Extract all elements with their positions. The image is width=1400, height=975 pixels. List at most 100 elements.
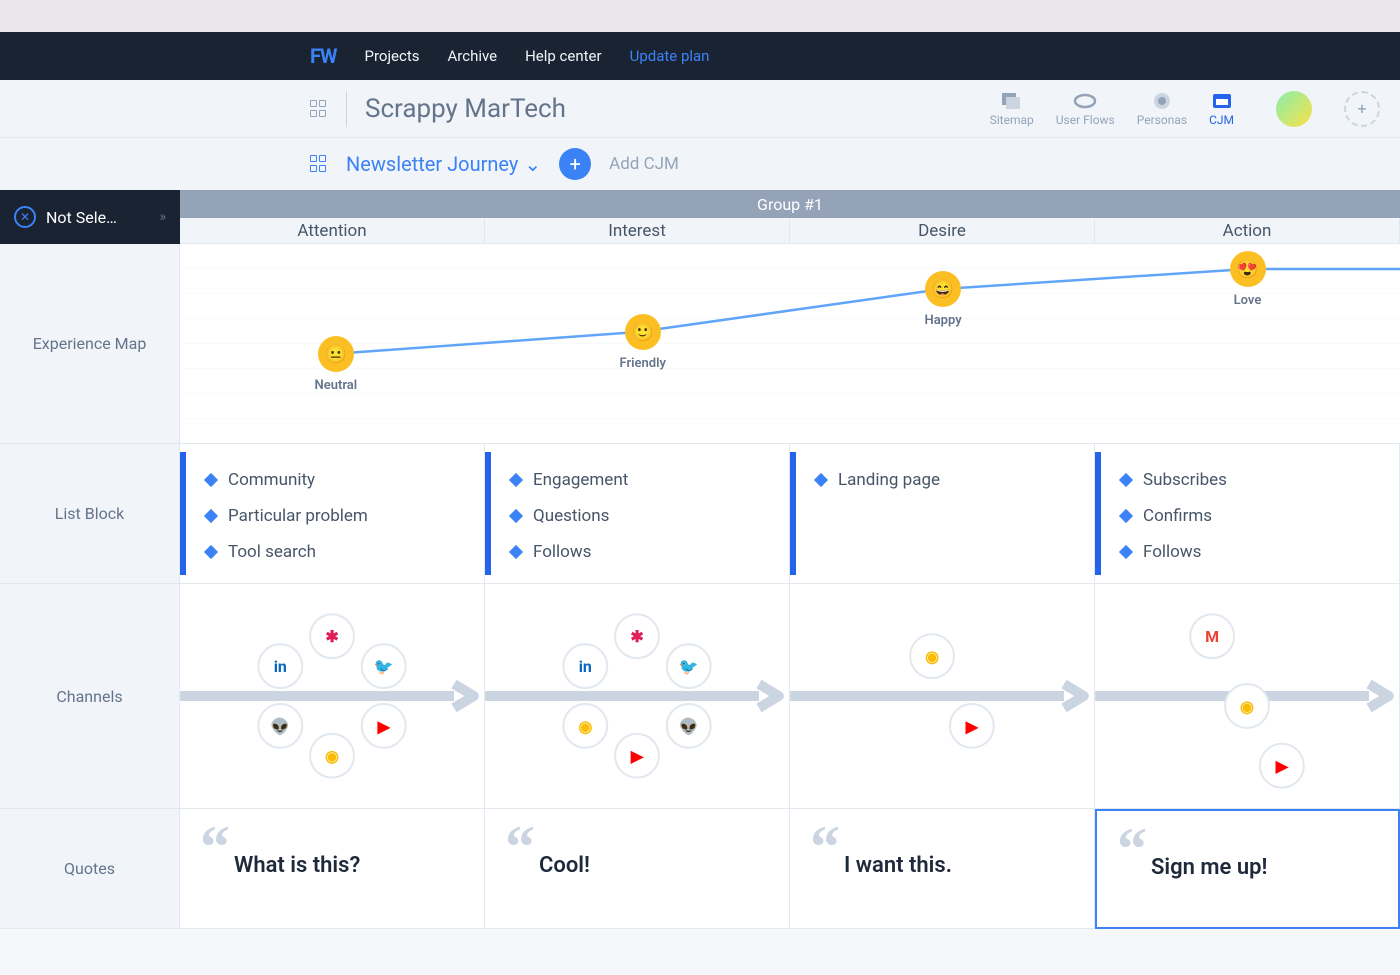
emoji-face-icon: 🙂	[625, 314, 661, 350]
channels-cell-desire[interactable]: ◉▶	[790, 584, 1095, 809]
nav-update-plan[interactable]: Update plan	[630, 47, 710, 65]
diamond-bullet-icon	[509, 545, 523, 559]
divider	[346, 91, 347, 127]
row-label-list: List Block	[0, 444, 180, 584]
emotion-node[interactable]: 😄Happy	[925, 271, 962, 328]
diamond-bullet-icon	[509, 473, 523, 487]
svg-text:▶: ▶	[965, 717, 979, 736]
channels-cell-interest[interactable]: ✱🐦👽▶◉in	[485, 584, 790, 809]
list-item[interactable]: Particular problem	[180, 498, 472, 534]
row-label-quotes: Quotes	[0, 809, 180, 929]
list-item-text: Subscribes	[1143, 470, 1227, 490]
channels-cell-action[interactable]: M ◉ ▶	[1095, 584, 1400, 809]
tab-label: Sitemap	[990, 113, 1034, 127]
list-item[interactable]: Follows	[1095, 534, 1387, 570]
quote-text: I want this.	[844, 853, 952, 878]
quote-cell-attention[interactable]: “What is this?	[180, 809, 485, 929]
tab-cjm[interactable]: CJM	[1209, 91, 1234, 127]
tab-personas[interactable]: Personas	[1137, 91, 1187, 127]
diamond-bullet-icon	[1119, 545, 1133, 559]
emotion-node[interactable]: 😍Love	[1230, 251, 1266, 308]
group-header[interactable]: Group #1	[180, 190, 1400, 218]
list-cell-desire[interactable]: Landing page	[790, 444, 1095, 584]
journey-grid-icon[interactable]	[310, 155, 328, 173]
svg-text:◉: ◉	[925, 647, 939, 666]
diamond-bullet-icon	[1119, 473, 1133, 487]
journey-name-dropdown[interactable]: Newsletter Journey ⌄	[346, 152, 541, 176]
svg-text:👽: 👽	[270, 717, 290, 736]
quote-text: Sign me up!	[1151, 855, 1267, 880]
cjm-icon	[1210, 91, 1234, 111]
tab-label: Personas	[1137, 113, 1187, 127]
quote-icon: “	[505, 829, 535, 865]
tab-label: User Flows	[1056, 113, 1115, 127]
chevron-down-icon: ⌄	[524, 152, 541, 176]
list-cell-action[interactable]: Subscribes Confirms Follows	[1095, 444, 1400, 584]
logo: FW	[310, 44, 336, 68]
list-item-text: Landing page	[838, 470, 940, 490]
quote-cell-desire[interactable]: “I want this.	[790, 809, 1095, 929]
persona-clear-button[interactable]: ✕	[14, 206, 36, 228]
apps-grid-icon[interactable]	[310, 100, 328, 118]
stage-action[interactable]: Action	[1095, 218, 1400, 244]
list-item[interactable]: Community	[180, 462, 472, 498]
list-cell-attention[interactable]: Community Particular problem Tool search	[180, 444, 485, 584]
list-item[interactable]: Tool search	[180, 534, 472, 570]
list-item[interactable]: Engagement	[485, 462, 777, 498]
quote-text: What is this?	[234, 853, 360, 878]
nav-archive[interactable]: Archive	[447, 47, 497, 65]
svg-text:M: M	[1205, 627, 1219, 646]
emotion-label: Happy	[925, 313, 962, 328]
svg-text:👽: 👽	[679, 717, 699, 736]
list-item-text: Questions	[533, 506, 609, 526]
quote-cell-action[interactable]: “Sign me up!	[1095, 809, 1400, 929]
channels-cell-attention[interactable]: ✱🐦▶◉👽in	[180, 584, 485, 809]
list-item-text: Engagement	[533, 470, 628, 490]
svg-text:🐦: 🐦	[374, 657, 394, 676]
list-item[interactable]: Confirms	[1095, 498, 1387, 534]
channel-flow: ◉▶	[790, 584, 1094, 808]
channel-flow: ✱🐦▶◉👽in	[180, 584, 484, 808]
quote-cell-interest[interactable]: “Cool!	[485, 809, 790, 929]
stage-interest[interactable]: Interest	[485, 218, 790, 244]
add-cjm-button[interactable]: +	[559, 148, 591, 180]
list-item[interactable]: Subscribes	[1095, 462, 1387, 498]
list-item-text: Follows	[1143, 542, 1201, 562]
add-collaborator-button[interactable]: +	[1344, 91, 1380, 127]
emoji-face-icon: 😐	[318, 336, 354, 372]
browser-chrome-strip	[0, 0, 1400, 32]
emotion-label: Neutral	[315, 378, 358, 393]
list-item[interactable]: Questions	[485, 498, 777, 534]
journey-toolbar: Newsletter Journey ⌄ + Add CJM	[0, 138, 1400, 190]
add-cjm-label: Add CJM	[609, 154, 679, 174]
tab-user-flows[interactable]: User Flows	[1056, 91, 1115, 127]
list-item-text: Tool search	[228, 542, 316, 562]
list-item-text: Community	[228, 470, 315, 490]
emotion-node[interactable]: 🙂Friendly	[620, 314, 666, 371]
stage-attention[interactable]: Attention	[180, 218, 485, 244]
user-avatar[interactable]	[1276, 91, 1312, 127]
quote-icon: “	[1117, 831, 1147, 867]
persona-expand-icon[interactable]: »	[159, 209, 166, 225]
list-cell-interest[interactable]: Engagement Questions Follows	[485, 444, 790, 584]
persona-sidebar: ✕ Not Sele… »	[0, 190, 180, 244]
stage-desire[interactable]: Desire	[790, 218, 1095, 244]
experience-map[interactable]: 😐 Neutral 🙂Friendly 😄Happy 😍Love	[180, 244, 1400, 444]
nav-help-center[interactable]: Help center	[525, 47, 601, 65]
svg-text:🐦: 🐦	[679, 657, 699, 676]
svg-text:in: in	[274, 657, 287, 676]
list-item-text: Particular problem	[228, 506, 368, 526]
svg-text:◉: ◉	[1240, 697, 1254, 716]
list-item[interactable]: Follows	[485, 534, 777, 570]
nav-projects[interactable]: Projects	[364, 47, 419, 65]
svg-text:▶: ▶	[1275, 757, 1289, 776]
quote-icon: “	[200, 829, 230, 865]
project-title[interactable]: Scrappy MarTech	[365, 94, 566, 124]
diamond-bullet-icon	[814, 473, 828, 487]
diamond-bullet-icon	[509, 509, 523, 523]
row-label-channels: Channels	[0, 584, 180, 809]
quote-text: Cool!	[539, 853, 590, 878]
list-item[interactable]: Landing page	[790, 462, 1082, 498]
tab-sitemap[interactable]: Sitemap	[990, 91, 1034, 127]
emotion-node[interactable]: 😐 Neutral	[315, 336, 358, 393]
